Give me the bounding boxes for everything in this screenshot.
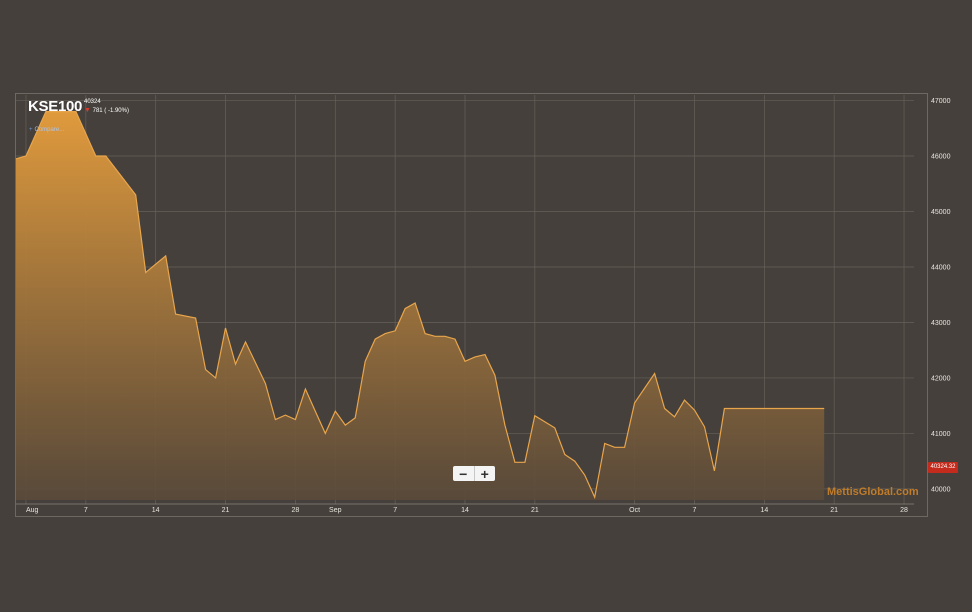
zoom-control: − + [453, 466, 495, 481]
change-text: 781 ( -1.90%) [92, 108, 129, 114]
y-tick-label: 47000 [931, 98, 951, 105]
series-area [16, 111, 825, 500]
down-arrow-icon: ▼ [84, 107, 91, 114]
chart-header: KSE100 [28, 98, 82, 116]
y-tick-label: 40000 [931, 486, 951, 493]
x-tick-label: 7 [693, 507, 697, 514]
x-tick-label: 14 [152, 507, 160, 514]
last-price-badge: 40324.32 [928, 462, 958, 473]
change-value: ▼ 781 ( -1.90%) [84, 107, 129, 114]
x-tick-label: 14 [461, 507, 469, 514]
compare-label: Compare... [34, 127, 65, 133]
x-tick-label: 14 [760, 507, 768, 514]
y-tick-label: 46000 [931, 154, 951, 161]
zoom-in-button[interactable]: + [475, 466, 496, 481]
x-tick-label: 7 [84, 507, 88, 514]
x-tick-label: 7 [393, 507, 397, 514]
x-tick-label: Oct [629, 507, 640, 514]
compare-link[interactable]: + Compare... [29, 127, 64, 133]
x-tick-label: 21 [830, 507, 838, 514]
x-tick-label: 28 [900, 507, 908, 514]
y-tick-label: 41000 [931, 431, 951, 438]
y-tick-label: 42000 [931, 375, 951, 382]
plus-icon: + [29, 127, 33, 133]
x-tick-label: 21 [531, 507, 539, 514]
x-tick-label: Sep [329, 507, 342, 514]
chart-area[interactable]: 40000 41000 42000 43000 44000 45000 46000 47000… [0, 0, 972, 612]
symbol-label: KSE100 [28, 98, 83, 115]
price-value: 40324 [84, 99, 101, 105]
x-tick-label: 28 [291, 507, 299, 514]
y-tick-label: 43000 [931, 320, 951, 327]
y-tick-label: 44000 [931, 264, 951, 271]
y-tick-label: 45000 [931, 209, 951, 216]
x-tick-label: 21 [222, 507, 230, 514]
x-tick-label: Aug [26, 507, 39, 514]
watermark: MettisGlobal.com [827, 486, 919, 498]
zoom-out-button[interactable]: − [453, 466, 475, 481]
